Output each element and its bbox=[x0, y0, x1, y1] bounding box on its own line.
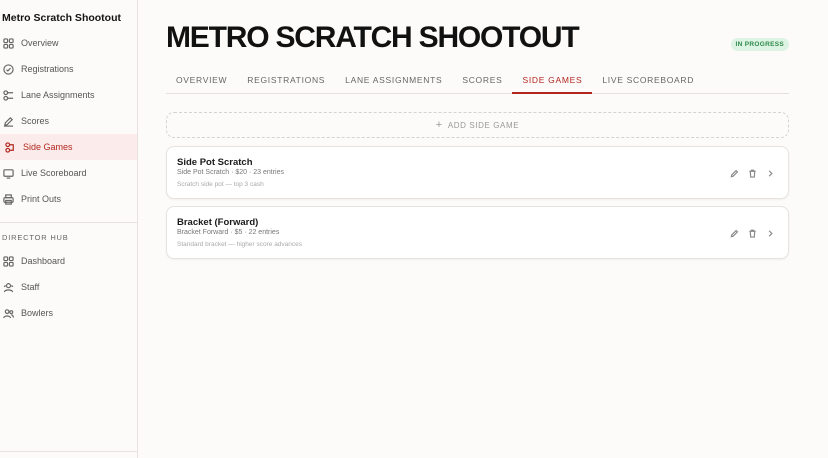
card-actions bbox=[722, 167, 776, 179]
sidebar-item-label: Live Scoreboard bbox=[21, 168, 87, 178]
grid-icon bbox=[2, 37, 14, 49]
sidebar-item-label: Side Games bbox=[23, 142, 73, 152]
tab-overview[interactable]: OVERVIEW bbox=[166, 68, 237, 94]
sidebar-item-side-games[interactable]: Side Games bbox=[0, 134, 137, 160]
chevron-right-icon[interactable] bbox=[764, 227, 776, 239]
plus-icon: + bbox=[435, 119, 443, 131]
card-actions bbox=[722, 227, 776, 239]
sidebar-item-label: Overview bbox=[21, 38, 59, 48]
tournament-name: Metro Scratch Shootout bbox=[2, 12, 122, 24]
side-game-meta: Side Pot Scratch · $20 · 23 entries bbox=[177, 169, 284, 176]
edit-icon[interactable] bbox=[728, 167, 740, 179]
sidebar-divider bbox=[0, 222, 137, 223]
lanes-icon bbox=[2, 89, 14, 101]
sidebar-item-overview[interactable]: Overview bbox=[0, 30, 137, 56]
sidebar-item-live-scoreboard[interactable]: Live Scoreboard bbox=[0, 160, 137, 186]
users-icon bbox=[2, 307, 14, 319]
side-game-description: Scratch side pot — top 3 cash bbox=[177, 181, 264, 188]
tab-scores[interactable]: SCORES bbox=[452, 68, 512, 94]
side-game-title: Side Pot Scratch bbox=[177, 157, 253, 168]
tab-lane-assignments[interactable]: LANE ASSIGNMENTS bbox=[335, 68, 452, 94]
side-game-description: Standard bracket — higher score advances bbox=[177, 241, 303, 248]
edit-icon bbox=[2, 115, 14, 127]
sidebar-item-label: Dashboard bbox=[21, 256, 66, 266]
tab-live-scoreboard[interactable]: LIVE SCOREBOARD bbox=[592, 68, 704, 94]
sidebar-item-label: Registrations bbox=[21, 64, 74, 74]
add-side-game-label: ADD SIDE GAME bbox=[447, 120, 520, 130]
side-game-card[interactable]: Side Pot Scratch Side Pot Scratch · $20 … bbox=[166, 146, 789, 199]
sidebar-item-label: Scores bbox=[21, 116, 50, 126]
add-side-game-button[interactable]: + ADD SIDE GAME bbox=[166, 112, 789, 138]
printer-icon bbox=[2, 193, 14, 205]
check-circle-icon bbox=[2, 63, 14, 75]
sidebar-item-bowlers[interactable]: Bowlers bbox=[0, 300, 137, 326]
sidebar-item-label: Staff bbox=[21, 282, 40, 292]
sidebar-footer-divider bbox=[0, 451, 137, 452]
tab-registrations[interactable]: REGISTRATIONS bbox=[237, 68, 335, 94]
sidebar: Metro Scratch Shootout Overview Registra… bbox=[0, 0, 138, 458]
trash-icon[interactable] bbox=[746, 227, 758, 239]
side-game-card[interactable]: Bracket (Forward) Bracket Forward · $5 ·… bbox=[166, 206, 789, 259]
side-game-meta: Bracket Forward · $5 · 22 entries bbox=[177, 229, 280, 236]
monitor-icon bbox=[2, 167, 14, 179]
grid-icon bbox=[2, 255, 14, 267]
trash-icon[interactable] bbox=[746, 167, 758, 179]
director-hub-label: DIRECTOR HUB bbox=[2, 233, 69, 242]
sidebar-item-label: Print Outs bbox=[21, 194, 62, 204]
tab-bar: OVERVIEW REGISTRATIONS LANE ASSIGNMENTS … bbox=[166, 68, 789, 94]
edit-icon[interactable] bbox=[728, 227, 740, 239]
page-title: METRO SCRATCH SHOOTOUT bbox=[166, 21, 580, 54]
sidebar-item-lane-assignments[interactable]: Lane Assignments bbox=[0, 82, 137, 108]
sidebar-item-print-outs[interactable]: Print Outs bbox=[0, 186, 137, 212]
sidebar-item-label: Lane Assignments bbox=[21, 90, 95, 100]
sidebar-item-registrations[interactable]: Registrations bbox=[0, 56, 137, 82]
sidebar-item-dashboard[interactable]: Dashboard bbox=[0, 248, 137, 274]
sidebar-item-scores[interactable]: Scores bbox=[0, 108, 137, 134]
sidebar-item-label: Bowlers bbox=[21, 308, 54, 318]
tab-side-games[interactable]: SIDE GAMES bbox=[512, 68, 593, 94]
side-game-title: Bracket (Forward) bbox=[177, 217, 259, 228]
staff-icon bbox=[2, 281, 14, 293]
chevron-right-icon[interactable] bbox=[764, 167, 776, 179]
sidebar-item-staff[interactable]: Staff bbox=[0, 274, 137, 300]
status-badge: IN PROGRESS bbox=[730, 38, 789, 51]
side-games-icon bbox=[4, 141, 16, 153]
